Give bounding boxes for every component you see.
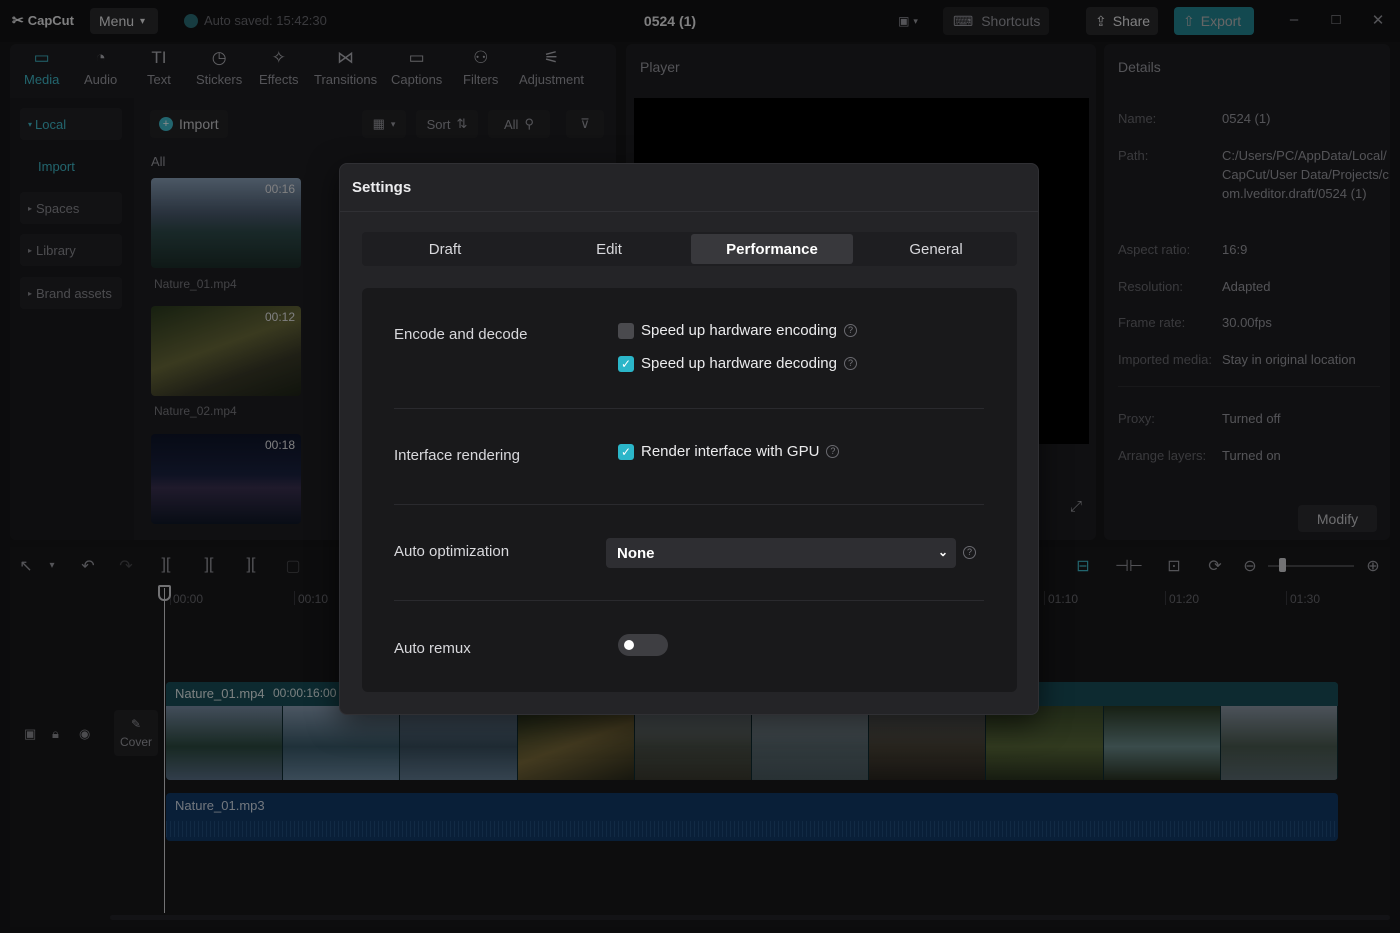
section-label-auto-remux: Auto remux <box>394 640 471 657</box>
section-label-rendering: Interface rendering <box>394 447 520 464</box>
info-icon[interactable]: ? <box>963 546 976 559</box>
toggle-knob <box>624 640 634 650</box>
section-label-auto-optimization: Auto optimization <box>394 543 510 560</box>
section-label-encode: Encode and decode <box>394 326 528 343</box>
checkbox-hw-encoding[interactable] <box>618 322 634 339</box>
section-divider <box>394 600 984 601</box>
dialog-divider <box>340 211 1038 212</box>
checkbox-gpu-render[interactable]: ✓ <box>618 443 634 460</box>
settings-dialog: Settings Draft Edit Performance General … <box>339 163 1039 715</box>
option-hw-decoding[interactable]: ✓ Speed up hardware decoding ? <box>618 355 857 372</box>
option-hw-encoding[interactable]: Speed up hardware encoding ? <box>618 322 857 339</box>
section-divider <box>394 504 984 505</box>
settings-tabs: Draft Edit Performance General <box>362 232 1017 266</box>
option-gpu-render[interactable]: ✓ Render interface with GPU ? <box>618 443 840 460</box>
checkbox-hw-decoding[interactable]: ✓ <box>618 355 634 372</box>
auto-optimization-select[interactable]: None ⌄ <box>606 538 956 568</box>
dialog-title: Settings <box>352 179 412 196</box>
tab-draft[interactable]: Draft <box>364 234 526 264</box>
tab-edit[interactable]: Edit <box>528 234 690 264</box>
info-icon[interactable]: ? <box>843 324 857 337</box>
settings-content: Encode and decode Speed up hardware enco… <box>362 288 1017 692</box>
info-icon[interactable]: ? <box>826 445 840 458</box>
tab-performance[interactable]: Performance <box>691 234 853 264</box>
info-icon[interactable]: ? <box>843 357 857 370</box>
section-divider <box>394 408 984 409</box>
chevron-down-icon: ⌄ <box>937 545 948 559</box>
auto-remux-toggle[interactable] <box>618 634 668 656</box>
tab-general[interactable]: General <box>855 234 1017 264</box>
